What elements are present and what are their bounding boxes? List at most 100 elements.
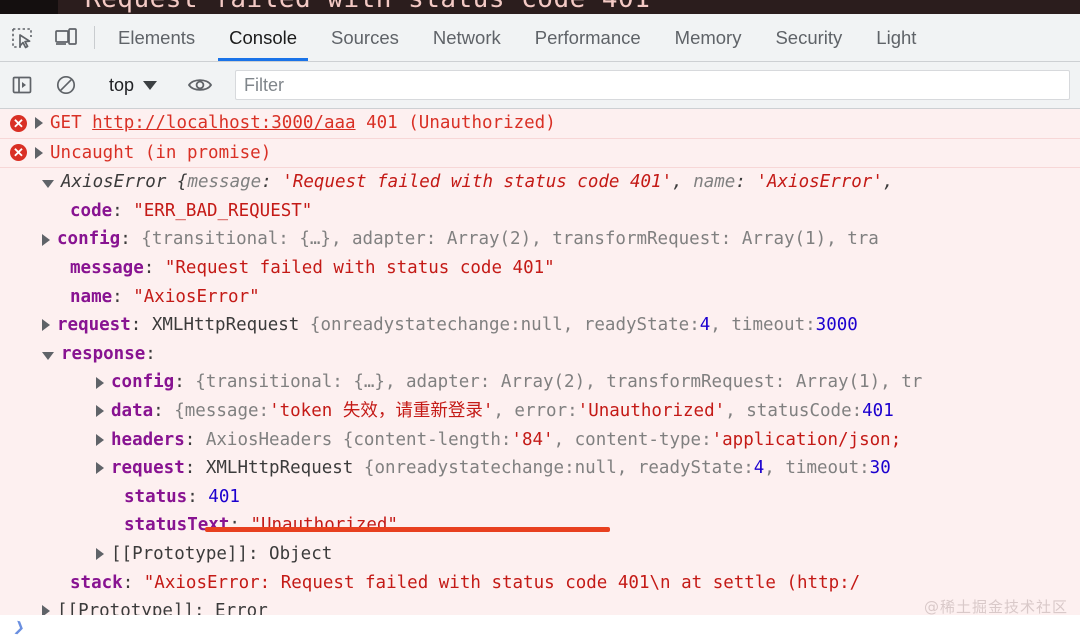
value-statuscode-label: , statusCode: [725, 400, 863, 421]
property-row-response-status: status : 401 [0, 483, 1080, 512]
value-number: 30 [869, 458, 891, 479]
property-row-response-statustext: statusText : "Unauthorized" [0, 511, 1080, 540]
inspect-element-icon[interactable] [0, 14, 44, 61]
device-toolbar-icon[interactable] [44, 14, 88, 61]
value-preview-mid: , readyState: [562, 315, 700, 336]
property-key: headers [111, 429, 185, 450]
value-timeout-label: , timeout: [764, 458, 870, 479]
clear-console-icon[interactable] [44, 74, 88, 96]
tab-label: Light [876, 26, 917, 48]
devtools-tabbar: Elements Console Sources Network Perform… [0, 14, 1080, 62]
tab-memory[interactable]: Memory [658, 14, 759, 61]
property-row-request[interactable]: request : XMLHttpRequest {onreadystatech… [0, 311, 1080, 340]
tab-security[interactable]: Security [758, 14, 859, 61]
property-value: 401 [208, 486, 240, 507]
error-icon: ✕ [10, 114, 27, 132]
tab-label: Elements [118, 26, 196, 48]
prototype-value: Object [269, 543, 333, 564]
tab-console[interactable]: Console [212, 14, 314, 61]
page-banner-left-block [0, 0, 58, 14]
annotation-underline [205, 527, 610, 532]
property-row-message: message : "Request failed with status co… [0, 254, 1080, 283]
collapse-arrow-icon[interactable] [42, 179, 54, 188]
tab-label: Memory [674, 26, 742, 48]
expand-arrow-icon[interactable] [42, 605, 50, 615]
property-key: request [57, 315, 131, 336]
value-error-label: , error: [493, 400, 578, 421]
tab-network[interactable]: Network [416, 14, 518, 61]
data-statuscode-value: 401 [862, 400, 894, 421]
live-expression-eye-icon[interactable] [178, 75, 222, 95]
preview-value: 'Request failed with status code 401' [282, 172, 673, 193]
request-method: GET [50, 113, 82, 133]
console-sidebar-icon[interactable] [0, 74, 44, 96]
expand-arrow-icon[interactable] [96, 376, 104, 389]
expand-arrow-icon[interactable] [96, 433, 104, 446]
value-null: null [520, 315, 563, 336]
data-error-value: 'Unauthorized' [577, 400, 726, 421]
value-constructor: XMLHttpRequest [205, 458, 354, 479]
console-row-network-error[interactable]: ✕ GET http://localhost:3000/aaa 401 (Una… [0, 109, 1080, 139]
object-constructor: AxiosError [61, 172, 167, 193]
content-type-label: , content-type: [553, 429, 712, 450]
property-row-response-headers[interactable]: headers : AxiosHeaders {content-length: … [0, 426, 1080, 455]
property-value: "Request failed with status code 401" [164, 257, 555, 278]
property-key: response [61, 343, 146, 364]
property-row-response-config[interactable]: config : {transitional: {…}, adapter: Ar… [0, 368, 1080, 397]
collapse-arrow-icon[interactable] [42, 351, 54, 360]
page-error-banner-cutoff: Request failed with status code 401 [0, 0, 1080, 14]
filter-input[interactable]: Filter [235, 70, 1070, 100]
tab-elements[interactable]: Elements [101, 14, 212, 61]
request-status: 401 (Unauthorized) [366, 113, 556, 133]
uncaught-label: Uncaught (in promise) [50, 142, 272, 163]
content-length-value: '84' [511, 429, 554, 450]
expand-arrow-icon[interactable] [35, 146, 43, 159]
console-row-uncaught[interactable]: ✕ Uncaught (in promise) [0, 139, 1080, 169]
property-row-root-prototype[interactable]: [[Prototype]] : Error [0, 597, 1080, 615]
preview-key: name [693, 172, 736, 193]
property-value: "AxiosError: Request failed with status … [143, 572, 861, 593]
property-row-response-prototype[interactable]: [[Prototype]] : Object [0, 540, 1080, 569]
expand-arrow-icon[interactable] [42, 233, 50, 246]
property-row-response-request[interactable]: request : XMLHttpRequest {onreadystatech… [0, 454, 1080, 483]
value-preview: {onreadystatechange: [309, 315, 521, 336]
property-key: config [57, 229, 121, 250]
tab-lighthouse[interactable]: Light [859, 14, 933, 61]
property-key: message [70, 257, 144, 278]
property-row-response[interactable]: response : [0, 340, 1080, 369]
tab-performance[interactable]: Performance [518, 14, 658, 61]
page-banner-text: Request failed with status code 401 [85, 0, 650, 14]
property-row-config[interactable]: config : {transitional: {…}, adapter: Ar… [0, 225, 1080, 254]
property-key: name [70, 286, 113, 307]
expand-arrow-icon[interactable] [96, 405, 104, 418]
expand-arrow-icon[interactable] [35, 117, 43, 130]
value-preview: {content-length: [342, 429, 512, 450]
property-row-code: code : "ERR_BAD_REQUEST" [0, 197, 1080, 226]
toolbar-divider [94, 26, 95, 49]
property-key: statusText [124, 515, 230, 536]
value-number: 4 [753, 458, 765, 479]
property-value: {transitional: {…}, adapter: Array(2), t… [141, 229, 879, 250]
expand-arrow-icon[interactable] [42, 319, 50, 332]
property-row-response-data[interactable]: data : {message: 'token 失效，请重新登录' , erro… [0, 397, 1080, 426]
prompt-chevron-icon: ❯ [11, 615, 27, 639]
watermark: @稀土掘金技术社区 [923, 598, 1068, 615]
value-number: 3000 [815, 315, 858, 336]
execution-context-label: top [109, 74, 135, 95]
property-value: "Unauthorized" [250, 515, 398, 536]
value-constructor: AxiosHeaders [205, 429, 333, 450]
expand-arrow-icon[interactable] [96, 462, 104, 475]
prototype-key: [[Prototype]] [111, 543, 248, 564]
expand-arrow-icon[interactable] [96, 548, 104, 561]
execution-context-selector[interactable]: top [101, 75, 165, 96]
object-row-axioserror[interactable]: AxiosError { message : 'Request failed w… [0, 168, 1080, 197]
console-toolbar: top Filter [0, 62, 1080, 109]
value-preview: {message: [174, 400, 270, 421]
value-null: null [574, 458, 617, 479]
chevron-down-icon [143, 80, 158, 90]
brace: { [176, 172, 188, 193]
request-url-link[interactable]: http://localhost:3000/aaa [92, 109, 355, 138]
tab-label: Performance [534, 26, 641, 48]
tab-sources[interactable]: Sources [314, 14, 416, 61]
console-prompt[interactable]: ❯ [0, 615, 1080, 639]
